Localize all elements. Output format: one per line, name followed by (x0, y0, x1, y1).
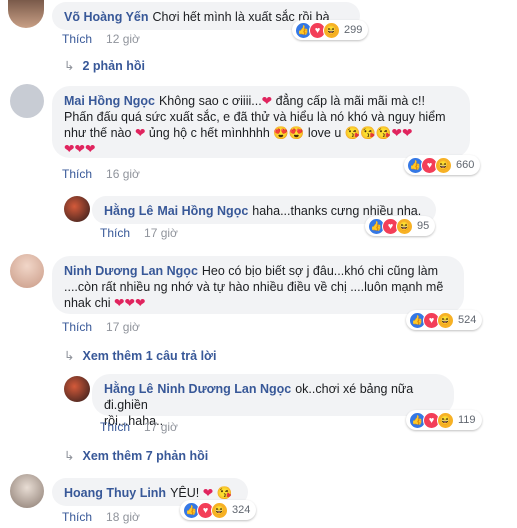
avatar[interactable] (8, 0, 44, 28)
comment-author[interactable]: Hằng Lê (104, 204, 153, 218)
comment-actions: Thích 17 giờ (100, 420, 178, 434)
like-button[interactable]: Thích (62, 510, 92, 524)
kiss-emoji: 😘 (216, 486, 233, 500)
reaction-count: 660 (456, 159, 475, 171)
reply-arrow-icon: ↳ (64, 449, 75, 463)
comment-author[interactable]: Ninh Dương Lan Ngọc (64, 264, 198, 278)
comment-actions: Thích 12 giờ (62, 32, 140, 46)
comment-actions: Thích 17 giờ (100, 226, 178, 240)
avatar[interactable] (10, 474, 44, 508)
haha-icon: 😆 (435, 156, 452, 174)
reaction-count: 299 (344, 24, 363, 36)
haha-icon: 😆 (437, 311, 454, 329)
reaction-summary[interactable]: 👍 ♥ 😆 324 (180, 500, 257, 520)
haha-icon: 😆 (211, 501, 228, 519)
heart-emoji: ❤❤ (391, 126, 413, 140)
like-button[interactable]: Thích (62, 320, 92, 334)
kiss-emoji: 😘😘😘 (344, 126, 392, 140)
view-more-replies-link[interactable]: ↳ Xem thêm 7 phản hồi (64, 448, 208, 463)
like-button[interactable]: Thích (62, 167, 92, 181)
heart-emoji: ❤ (134, 126, 146, 140)
timestamp[interactable]: 17 giờ (106, 320, 140, 334)
comment-author[interactable]: Hằng Lê (104, 382, 153, 396)
haha-icon: 😆 (437, 411, 454, 429)
comment-author[interactable]: Võ Hoàng Yến (64, 10, 149, 24)
view-more-replies-link[interactable]: ↳ Xem thêm 1 câu trả lời (64, 348, 216, 363)
reaction-count: 95 (417, 220, 430, 232)
reply-arrow-icon: ↳ (64, 59, 75, 73)
comment-bubble: Hằng Lê Ninh Dương Lan Ngọc ok..chơi xé bả… (92, 374, 454, 428)
timestamp[interactable]: 17 giờ (144, 226, 178, 240)
reaction-summary[interactable]: 👍 ♥ 😆 660 (404, 155, 481, 175)
like-button[interactable]: Thích (100, 420, 130, 434)
heart-eyes-emoji: 😍😍 (273, 126, 305, 140)
avatar[interactable] (10, 254, 44, 288)
comment-actions: Thích 17 giờ (62, 320, 140, 334)
reply-arrow-icon: ↳ (64, 349, 75, 363)
reaction-count: 524 (458, 314, 477, 326)
comment-actions: Thích 18 giờ (62, 510, 140, 524)
mention-link[interactable]: Mai Hồng Ngọc (157, 204, 248, 218)
like-button[interactable]: Thích (62, 32, 92, 46)
reaction-count: 324 (232, 504, 251, 516)
reaction-summary[interactable]: 👍 ♥ 😆 524 (406, 310, 483, 330)
timestamp[interactable]: 12 giờ (106, 32, 140, 46)
timestamp[interactable]: 18 giờ (106, 510, 140, 524)
reaction-summary[interactable]: 👍 ♥ 😆 119 (406, 410, 482, 430)
avatar[interactable] (64, 196, 90, 222)
reaction-count: 119 (458, 414, 476, 426)
comment-bubble: Ninh Dương Lan Ngọc Heo có bịo biết sợ j … (52, 256, 464, 314)
comment-author[interactable]: Hoang Thuy Linh (64, 486, 166, 500)
heart-emoji: ❤ (261, 94, 273, 108)
comment-bubble: Mai Hồng Ngọc Không sao c ơiiii...❤ đẳng … (52, 86, 470, 158)
haha-icon: 😆 (323, 21, 340, 39)
heart-emoji: ❤ (202, 486, 214, 500)
comment-author[interactable]: Mai Hồng Ngọc (64, 94, 155, 108)
heart-emoji: ❤❤❤ (64, 142, 96, 156)
view-replies-link[interactable]: ↳ 2 phản hồi (64, 58, 145, 73)
haha-icon: 😆 (396, 217, 413, 235)
mention-link[interactable]: Ninh Dương Lan Ngọc (157, 382, 291, 396)
avatar[interactable] (10, 84, 44, 118)
comment-actions: Thích 16 giờ (62, 167, 140, 181)
timestamp[interactable]: 16 giờ (106, 167, 140, 181)
heart-emoji: ❤❤❤ (114, 296, 146, 310)
reaction-summary[interactable]: 👍 ♥ 😆 95 (365, 216, 436, 236)
avatar[interactable] (64, 376, 90, 402)
like-button[interactable]: Thích (100, 226, 130, 240)
timestamp[interactable]: 17 giờ (144, 420, 178, 434)
reaction-summary[interactable]: 👍 ♥ 😆 299 (292, 20, 369, 40)
